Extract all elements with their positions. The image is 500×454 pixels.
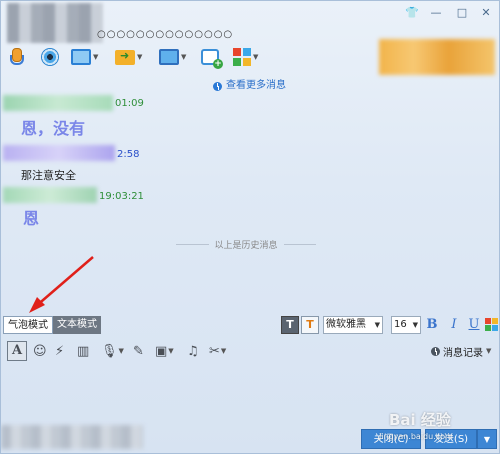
music-button[interactable]: ♫ [187, 341, 199, 361]
screenshot-button[interactable]: ✂ ▼ [209, 341, 226, 361]
sender-name [3, 95, 113, 111]
new-discussion-button[interactable] [201, 45, 223, 69]
format-bar: 气泡模式 文本模式 T T 微软雅黑 ▼ 16 ▼ B I U [1, 313, 499, 337]
divider-line [176, 243, 209, 245]
text-color-icon[interactable]: T [301, 316, 319, 334]
history-divider-label: 以上是历史消息 [214, 240, 278, 251]
smiley-icon: ☺ [33, 343, 47, 359]
chevron-down-icon: ▼ [483, 435, 491, 444]
contact-avatar[interactable] [7, 3, 103, 43]
video-call-button[interactable] [41, 45, 59, 69]
chevron-down-icon: ▼ [374, 321, 380, 329]
clock-icon [431, 346, 440, 356]
film-icon: ▥ [77, 343, 90, 359]
file-transfer-button[interactable]: ▼ [115, 45, 142, 69]
music-note-icon: ♫ [187, 343, 199, 359]
screen-icon [71, 49, 91, 65]
image-icon: ▣ [155, 343, 168, 359]
emoji-button[interactable]: ☺ [33, 341, 47, 361]
edit-icon: ✎ [133, 343, 144, 359]
chat-window: ○○○○○○○○○○○○○○ 👕 — □ ✕ ▼ ▼ ▼ ▼ [0, 0, 500, 454]
text-mode-button[interactable]: 文本模式 [53, 316, 101, 334]
message-time: 2:58 [117, 149, 140, 160]
history-divider: 以上是历史消息 [176, 237, 317, 251]
screen-share-button[interactable]: ▼ [71, 45, 98, 69]
message-input[interactable] [1, 363, 499, 423]
send-image-button[interactable]: ▣ ▼ [155, 341, 174, 361]
window-title: ○○○○○○○○○○○○○○ [97, 29, 234, 40]
apps-button[interactable]: ▼ [233, 45, 258, 69]
voice-call-button[interactable] [9, 45, 24, 69]
clock-icon [213, 81, 222, 91]
divider-line [283, 243, 317, 245]
sender-name [3, 187, 97, 203]
view-more-label: 查看更多消息 [226, 80, 286, 91]
font-settings-button[interactable]: A [7, 341, 27, 361]
voice-message-button[interactable]: 🎙 ▼ [101, 341, 124, 361]
message-history-label: 消息记录 [443, 347, 483, 359]
text-format-icon[interactable]: T [281, 316, 299, 334]
folder-send-icon [115, 49, 135, 65]
message-text: 那注意安全 [21, 169, 76, 182]
font-family-select[interactable]: 微软雅黑 ▼ [323, 316, 383, 334]
apps-grid-icon [233, 48, 251, 66]
font-icon: A [7, 341, 27, 361]
bold-button[interactable]: B [425, 316, 439, 334]
send-options-button[interactable]: ▼ [477, 429, 497, 449]
italic-button[interactable]: I [447, 316, 461, 334]
chevron-down-icon: ▼ [118, 347, 124, 355]
contact-profile-banner[interactable] [379, 39, 495, 75]
magic-wand-icon: ⚡ [55, 343, 65, 359]
message-text: 恩 [23, 209, 40, 228]
message-time: 19:03:21 [99, 191, 144, 202]
input-toolbar: A ☺ ⚡ ▥ 🎙 ▼ ✎ ▣ ▼ ♫ ✂ ▼ 消息记录 ▼ [1, 339, 499, 363]
video-message-button[interactable]: ▥ [77, 341, 89, 361]
draw-button[interactable]: ✎ [133, 341, 144, 361]
send-button[interactable]: 发送(S) [425, 429, 477, 449]
shake-button[interactable]: ⚡ [55, 341, 64, 361]
chevron-down-icon[interactable]: ▼ [181, 53, 186, 61]
chevron-down-icon: ▼ [168, 347, 174, 355]
chevron-down-icon[interactable]: ▼ [137, 53, 142, 61]
chevron-down-icon: ▼ [412, 321, 418, 329]
view-more-messages-link[interactable]: 查看更多消息 [213, 79, 286, 93]
close-button[interactable]: 关闭(C) [361, 429, 421, 449]
sender-name [3, 145, 115, 161]
font-size-value: 16 [394, 319, 407, 330]
font-family-value: 微软雅黑 [326, 319, 366, 330]
message-plus-icon [201, 49, 223, 69]
remote-desktop-button[interactable]: ▼ [159, 45, 186, 69]
message-text: 恩，没有 [21, 119, 86, 138]
minimize-button[interactable]: — [429, 6, 443, 20]
ad-banner[interactable] [1, 425, 143, 449]
bubble-mode-button[interactable]: 气泡模式 [3, 316, 53, 334]
scissors-icon: ✂ [209, 343, 220, 359]
maximize-button[interactable]: □ [455, 6, 469, 20]
chevron-down-icon: ▼ [486, 347, 492, 355]
font-size-select[interactable]: 16 ▼ [391, 316, 421, 334]
microphone-icon [9, 47, 24, 67]
chevron-down-icon[interactable]: ▼ [93, 53, 98, 61]
skin-icon[interactable]: 👕 [405, 6, 419, 20]
chevron-down-icon[interactable]: ▼ [253, 53, 258, 61]
close-window-button[interactable]: ✕ [479, 6, 493, 20]
chevron-down-icon: ▼ [220, 347, 227, 355]
message-history-button[interactable]: 消息记录 ▼ [431, 343, 491, 359]
color-palette-icon[interactable] [485, 318, 498, 331]
underline-button[interactable]: U [467, 316, 481, 334]
message-time: 01:09 [115, 98, 144, 109]
monitor-icon [159, 49, 179, 65]
microphone-icon: 🎙 [101, 343, 118, 359]
webcam-icon [41, 48, 59, 66]
